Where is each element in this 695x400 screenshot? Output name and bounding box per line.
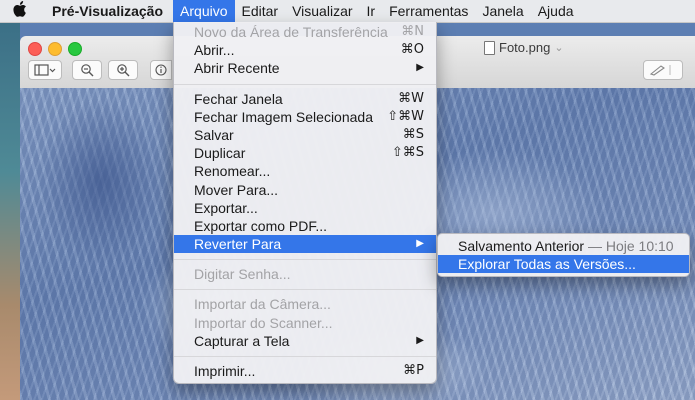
menu-visualizar[interactable]: Visualizar	[285, 0, 359, 22]
document-icon	[484, 40, 495, 55]
menu-item-save[interactable]: Salvar ⌘S	[174, 126, 436, 144]
info-icon	[155, 64, 167, 76]
menu-item-label: Importar da Câmera...	[194, 296, 331, 313]
menu-separator	[174, 356, 436, 357]
revert-to-submenu: Salvamento Anterior — Hoje 10:10 Explora…	[437, 233, 690, 277]
menu-arquivo[interactable]: Arquivo	[173, 0, 235, 22]
shortcut-label: ⇧⌘W	[387, 108, 424, 124]
submenu-item-browse-all-versions[interactable]: Explorar Todas as Versões...	[438, 255, 689, 274]
shortcut-label: ⌘S	[402, 126, 424, 142]
menu-item-label: Explorar Todas as Versões...	[458, 256, 636, 273]
menu-item-label: Mover Para...	[194, 181, 279, 198]
zoom-window-button[interactable]	[68, 42, 82, 56]
menu-item-close-selected-image[interactable]: Fechar Imagem Selecionada ⇧⌘W	[174, 108, 436, 126]
menu-app-name[interactable]: Pré-Visualização	[40, 0, 173, 22]
menu-item-label: Exportar...	[194, 199, 258, 216]
menu-separator	[174, 289, 436, 291]
markup-toolbar-button[interactable]	[643, 60, 683, 80]
menu-separator	[174, 83, 436, 85]
zoom-in-icon	[117, 64, 130, 77]
menu-item-label: Abrir Recente	[194, 60, 280, 77]
menu-item-label: Reverter Para	[194, 236, 282, 253]
shortcut-label: ⌘W	[398, 90, 424, 106]
version-timestamp: — Hoje 10:10	[587, 238, 674, 254]
menu-ir[interactable]: Ir	[360, 0, 383, 22]
apple-icon	[13, 1, 26, 17]
submenu-arrow-icon: ▶	[416, 334, 424, 346]
desktop-wallpaper-edge	[0, 20, 20, 400]
menu-item-import-camera[interactable]: Importar da Câmera...	[174, 295, 436, 313]
menu-item-move-to[interactable]: Mover Para...	[174, 181, 436, 199]
submenu-item-last-saved[interactable]: Salvamento Anterior — Hoje 10:10	[438, 237, 689, 255]
menu-item-label: Capturar a Tela	[194, 332, 290, 349]
menu-item-close-window[interactable]: Fechar Janela ⌘W	[174, 90, 436, 108]
apple-menu[interactable]	[0, 1, 40, 21]
menu-item-label: Duplicar	[194, 145, 246, 162]
menu-item-label: Abrir...	[194, 42, 235, 59]
zoom-in-button[interactable]	[108, 60, 138, 80]
menu-item-label: Novo da Área de Transferência	[194, 24, 388, 40]
close-window-button[interactable]	[28, 42, 42, 56]
menu-item-label: Exportar como PDF...	[194, 217, 328, 234]
chevron-down-icon: ⌄	[554, 42, 564, 54]
menu-item-duplicate[interactable]: Duplicar ⇧⌘S	[174, 144, 436, 162]
menu-editar[interactable]: Editar	[235, 0, 286, 22]
menu-ferramentas[interactable]: Ferramentas	[382, 0, 475, 22]
menu-item-label: Salvamento Anterior	[458, 238, 585, 254]
menu-item-open[interactable]: Abrir... ⌘O	[174, 41, 436, 59]
menu-item-print[interactable]: Imprimir... ⌘P	[174, 362, 436, 380]
minimize-window-button[interactable]	[48, 42, 62, 56]
menu-item-take-screenshot[interactable]: Capturar a Tela ▶	[174, 332, 436, 350]
menu-item-rename[interactable]: Renomear...	[174, 162, 436, 180]
menu-item-export[interactable]: Exportar...	[174, 199, 436, 217]
menu-item-label: Salvar	[194, 126, 234, 143]
menu-item-open-recent[interactable]: Abrir Recente ▶	[174, 59, 436, 77]
menu-item-label: Digitar Senha...	[194, 266, 291, 283]
menu-item-label: Renomear...	[194, 163, 271, 180]
menu-item-new-from-clipboard[interactable]: Novo da Área de Transferência ⌘N	[174, 23, 436, 41]
shortcut-label: ⇧⌘S	[391, 145, 424, 161]
shortcut-label: ⌘O	[400, 42, 424, 58]
menu-separator	[174, 259, 436, 261]
menu-item-label: Imprimir...	[194, 363, 256, 379]
submenu-arrow-icon: ▶	[416, 238, 424, 250]
menu-item-label: Fechar Janela	[194, 90, 283, 107]
menu-ajuda[interactable]: Ajuda	[531, 0, 581, 22]
menu-item-import-scanner[interactable]: Importar do Scanner...	[174, 314, 436, 332]
inspector-button[interactable]	[150, 60, 172, 80]
menu-item-revert-to[interactable]: Reverter Para ▶	[174, 235, 436, 254]
menu-janela[interactable]: Janela	[475, 0, 530, 22]
menu-item-export-pdf[interactable]: Exportar como PDF...	[174, 217, 436, 235]
menu-item-enter-password[interactable]: Digitar Senha...	[174, 265, 436, 283]
menu-bar: Pré-Visualização Arquivo Editar Visualiz…	[0, 0, 695, 23]
pen-icon	[649, 65, 671, 76]
menu-item-label: Fechar Imagem Selecionada	[194, 108, 373, 125]
zoom-out-icon	[81, 64, 94, 77]
shortcut-label: ⌘P	[403, 363, 424, 378]
submenu-arrow-icon: ▶	[416, 62, 424, 74]
zoom-out-button[interactable]	[72, 60, 102, 80]
window-title-text: Foto.png	[499, 40, 551, 55]
sidebar-view-button[interactable]	[28, 60, 62, 80]
shortcut-label: ⌘N	[401, 24, 424, 39]
file-menu-dropdown: Novo da Área de Transferência ⌘N Abrir..…	[173, 22, 437, 384]
menu-item-label: Importar do Scanner...	[194, 314, 333, 331]
sidebar-icon	[34, 64, 56, 76]
window-title[interactable]: Foto.png ⌄	[484, 40, 564, 55]
